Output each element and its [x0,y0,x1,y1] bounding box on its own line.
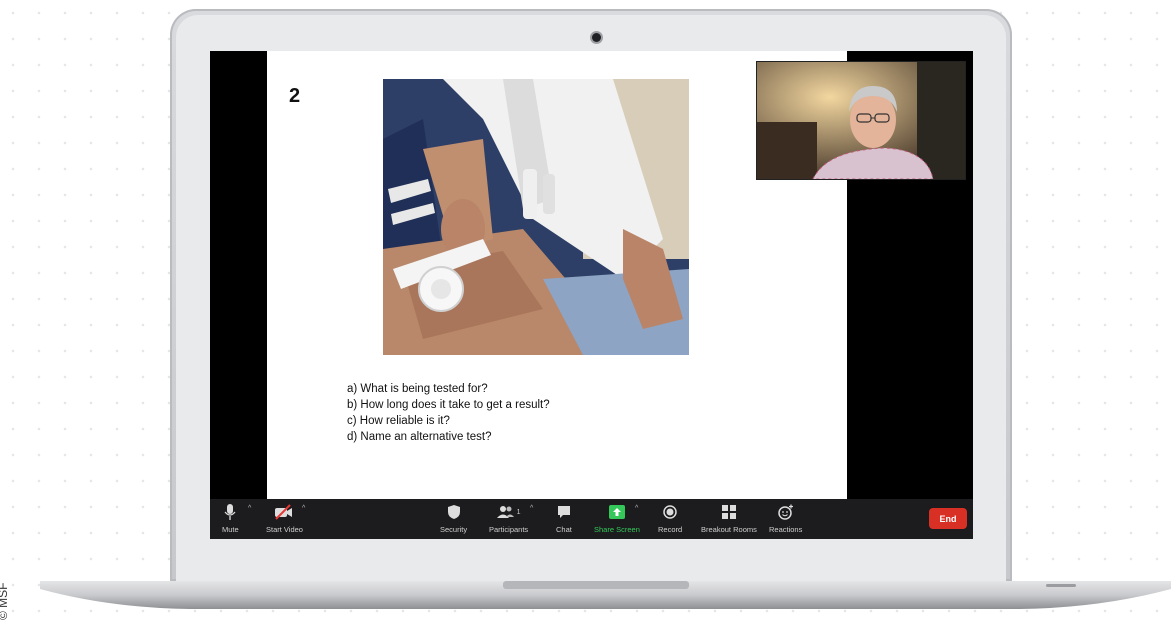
webcam [592,33,601,42]
chat-button[interactable]: Chat [556,503,572,534]
question-item: d) Name an alternative test? [347,431,492,443]
record-button[interactable]: Record [658,503,682,534]
share-screen-icon [608,503,625,521]
security-button[interactable]: Security [440,503,467,534]
copyright-credit: © MSF [0,582,10,620]
share-options-caret[interactable]: ^ [635,505,638,512]
share-screen-button[interactable]: Share Screen [594,503,640,534]
start-video-button[interactable]: Start Video [266,503,303,534]
breakout-rooms-button[interactable]: Breakout Rooms [701,503,757,534]
zoom-meeting-window: 2 a) What is being tested for? b) How lo… [210,51,973,539]
video-options-caret[interactable]: ^ [302,505,305,512]
slide-questions: a) What is being tested for? b) How long… [347,381,550,445]
mute-button[interactable]: Mute [222,503,239,534]
participant-video-tile[interactable] [756,61,966,180]
meeting-toolbar: Mute ^ Start Video ^ Security 1 Particip… [210,499,973,539]
smiley-plus-icon [777,503,794,521]
participants-count: 1 [516,508,521,516]
reactions-button[interactable]: Reactions [769,503,802,534]
chat-icon [557,503,571,521]
microphone-icon [224,503,236,521]
video-off-icon [274,503,294,521]
participants-caret[interactable]: ^ [530,505,533,512]
slide-photo [383,79,689,355]
grid-icon [721,503,736,521]
audio-options-caret[interactable]: ^ [248,505,251,512]
question-item: a) What is being tested for? [347,383,488,395]
tuberculin-test-photo [383,79,689,355]
question-item: b) How long does it take to get a result… [347,399,550,411]
question-item: c) How reliable is it? [347,415,450,427]
end-meeting-button[interactable]: End [929,508,967,529]
record-icon [663,503,677,521]
slide-number: 2 [289,85,301,107]
participant-video [757,62,965,179]
participants-button[interactable]: 1 Participants [489,503,528,534]
participants-icon: 1 [496,503,521,521]
shield-icon [447,503,461,521]
laptop-base [40,581,1171,609]
